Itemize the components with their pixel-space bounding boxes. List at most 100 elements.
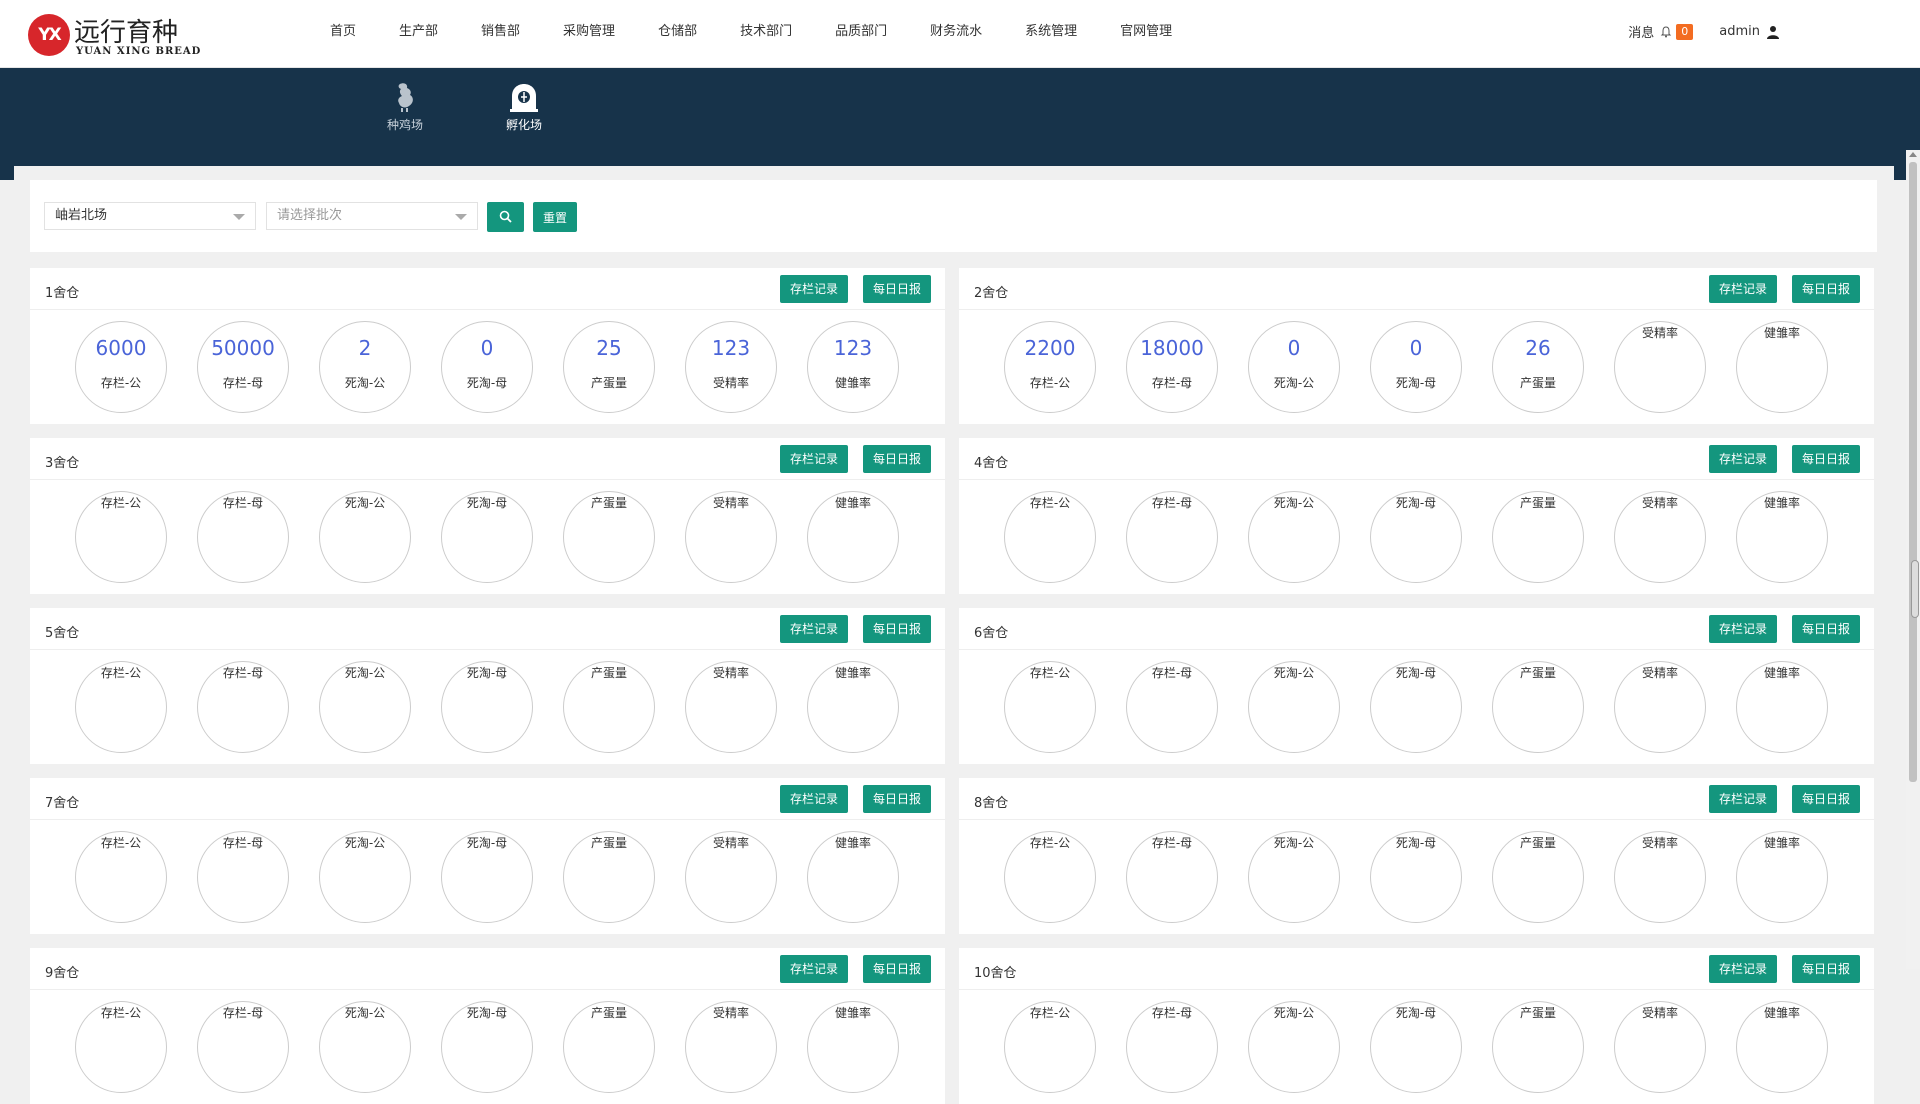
username[interactable]: admin — [1719, 24, 1760, 39]
metric-circle: 产蛋量 — [563, 491, 655, 583]
nav-home[interactable]: 首页 — [330, 22, 356, 46]
nav-system[interactable]: 系统管理 — [1025, 22, 1077, 46]
nav-purchasing[interactable]: 采购管理 — [563, 22, 615, 46]
daily-report-button[interactable]: 每日日报 — [863, 955, 932, 983]
metric-circle: 健雏率 — [807, 1001, 899, 1093]
metric-value: 123 — [711, 336, 751, 360]
search-icon — [499, 210, 512, 223]
stock-record-button[interactable]: 存栏记录 — [1709, 785, 1778, 813]
nav-finance[interactable]: 财务流水 — [930, 22, 982, 46]
stock-record-button[interactable]: 存栏记录 — [1709, 445, 1778, 473]
filter-bar: 岫岩北场 请选择批次 重置 — [30, 180, 1877, 252]
metric-label: 产蛋量 — [590, 1006, 627, 1020]
daily-report-button[interactable]: 每日日报 — [1792, 445, 1861, 473]
shed-title: 7舍仓 — [45, 796, 80, 811]
metric-label: 死淘-母 — [466, 666, 508, 680]
metric-value: 50000 — [211, 336, 275, 360]
shed-card: 6舍仓 存栏记录 每日日报 存栏-公 存栏-母 死淘-公 死淘-母 产蛋量 受精率 健雏率 — [959, 608, 1874, 764]
daily-report-button[interactable]: 每日日报 — [863, 275, 932, 303]
chevron-down-icon — [455, 214, 467, 220]
side-drag-handle[interactable] — [1911, 560, 1919, 618]
metric-label: 死淘-公 — [1273, 376, 1315, 390]
metric-circle: 123 健雏率 — [807, 321, 899, 413]
metric-label: 存栏-母 — [222, 836, 264, 850]
daily-report-button[interactable]: 每日日报 — [1792, 275, 1861, 303]
subnav-hatchery[interactable]: 孵化场 — [494, 80, 554, 133]
metric-list: 6000 存栏-公 50000 存栏-母 2 死淘-公 0 死淘-母 25 产蛋量 123 受精率 12… — [75, 321, 929, 413]
metric-label: 死淘-母 — [466, 376, 508, 390]
metric-label: 健雏率 — [834, 836, 871, 850]
stock-record-button[interactable]: 存栏记录 — [780, 785, 849, 813]
stock-record-button[interactable]: 存栏记录 — [780, 955, 849, 983]
daily-report-button[interactable]: 每日日报 — [1792, 785, 1861, 813]
content-area: 岫岩北场 请选择批次 重置 1舍仓 存栏记录 每日日报 6000 存栏-公 50000 存栏… — [14, 166, 1894, 1104]
shed-card-header: 9舍仓 存栏记录 每日日报 — [30, 948, 945, 990]
daily-report-button[interactable]: 每日日报 — [863, 615, 932, 643]
metric-circle: 123 受精率 — [685, 321, 777, 413]
nav-technology[interactable]: 技术部门 — [740, 22, 792, 46]
bell-icon[interactable] — [1660, 25, 1672, 38]
scroll-up-icon[interactable] — [1909, 152, 1917, 157]
metric-circle: 死淘-母 — [441, 661, 533, 753]
metric-label: 存栏-公 — [100, 666, 142, 680]
metric-circle: 受精率 — [1614, 491, 1706, 583]
nav-production[interactable]: 生产部 — [399, 22, 438, 46]
shed-card: 10舍仓 存栏记录 每日日报 存栏-公 存栏-母 死淘-公 死淘-母 产蛋量 受精率 健雏率 — [959, 948, 1874, 1104]
daily-report-button[interactable]: 每日日报 — [863, 445, 932, 473]
metric-circle: 存栏-母 — [197, 1001, 289, 1093]
metric-circle: 健雏率 — [1736, 1001, 1828, 1093]
messages-link[interactable]: 消息 — [1628, 22, 1654, 41]
batch-select[interactable]: 请选择批次 — [266, 202, 478, 230]
metric-label: 受精率 — [712, 1006, 749, 1020]
stock-record-button[interactable]: 存栏记录 — [780, 445, 849, 473]
farm-select[interactable]: 岫岩北场 — [44, 202, 256, 230]
metric-circle: 6000 存栏-公 — [75, 321, 167, 413]
stock-record-button[interactable]: 存栏记录 — [780, 275, 849, 303]
stock-record-button[interactable]: 存栏记录 — [1709, 615, 1778, 643]
metric-circle: 存栏-公 — [1004, 831, 1096, 923]
metric-label: 存栏-公 — [100, 1006, 142, 1020]
metric-value: 2 — [358, 336, 372, 360]
logo[interactable]: YX 远行育种 YUAN XING BREAD — [28, 14, 200, 60]
search-button[interactable] — [487, 202, 524, 232]
metric-label: 受精率 — [712, 666, 749, 680]
nav-website[interactable]: 官网管理 — [1120, 22, 1172, 46]
daily-report-button[interactable]: 每日日报 — [863, 785, 932, 813]
daily-report-button[interactable]: 每日日报 — [1792, 615, 1861, 643]
metric-value: 25 — [596, 336, 622, 360]
stock-record-button[interactable]: 存栏记录 — [1709, 275, 1778, 303]
stock-record-button[interactable]: 存栏记录 — [780, 615, 849, 643]
metric-circle: 26 产蛋量 — [1492, 321, 1584, 413]
nav-sales[interactable]: 销售部 — [481, 22, 520, 46]
metric-circle: 存栏-母 — [1126, 661, 1218, 753]
stock-record-button[interactable]: 存栏记录 — [1709, 955, 1778, 983]
metric-circle: 受精率 — [685, 661, 777, 753]
metric-circle: 死淘-母 — [1370, 831, 1462, 923]
metric-list: 存栏-公 存栏-母 死淘-公 死淘-母 产蛋量 受精率 健雏率 — [75, 491, 929, 583]
metric-label: 死淘-公 — [344, 1006, 386, 1020]
metric-circle: 存栏-公 — [75, 661, 167, 753]
shed-title: 8舍仓 — [974, 796, 1009, 811]
shed-title: 5舍仓 — [45, 626, 80, 641]
shed-card: 1舍仓 存栏记录 每日日报 6000 存栏-公 50000 存栏-母 2 死淘-公 0 死淘-母 25… — [30, 268, 945, 424]
daily-report-button[interactable]: 每日日报 — [1792, 955, 1861, 983]
metric-circle: 死淘-母 — [1370, 1001, 1462, 1093]
scrollbar-thumb[interactable] — [1909, 162, 1917, 782]
top-right-tools: 消息 0 admin — [1628, 22, 1780, 41]
metric-circle: 产蛋量 — [1492, 491, 1584, 583]
user-icon[interactable] — [1766, 25, 1780, 39]
metric-circle: 受精率 — [1614, 321, 1706, 413]
shed-card-header: 2舍仓 存栏记录 每日日报 — [959, 268, 1874, 310]
reset-button[interactable]: 重置 — [533, 202, 577, 232]
metric-label: 受精率 — [1641, 1006, 1678, 1020]
subnav-breeder-farm[interactable]: 种鸡场 — [375, 80, 435, 133]
metric-list: 存栏-公 存栏-母 死淘-公 死淘-母 产蛋量 受精率 健雏率 — [1004, 491, 1858, 583]
shed-card: 5舍仓 存栏记录 每日日报 存栏-公 存栏-母 死淘-公 死淘-母 产蛋量 受精率 健雏率 — [30, 608, 945, 764]
metric-label: 健雏率 — [1763, 496, 1800, 510]
metric-label: 死淘-公 — [344, 496, 386, 510]
metric-list: 存栏-公 存栏-母 死淘-公 死淘-母 产蛋量 受精率 健雏率 — [75, 1001, 929, 1093]
metric-circle: 产蛋量 — [1492, 661, 1584, 753]
nav-warehouse[interactable]: 仓储部 — [658, 22, 697, 46]
shed-card-header: 8舍仓 存栏记录 每日日报 — [959, 778, 1874, 820]
nav-quality[interactable]: 品质部门 — [835, 22, 887, 46]
